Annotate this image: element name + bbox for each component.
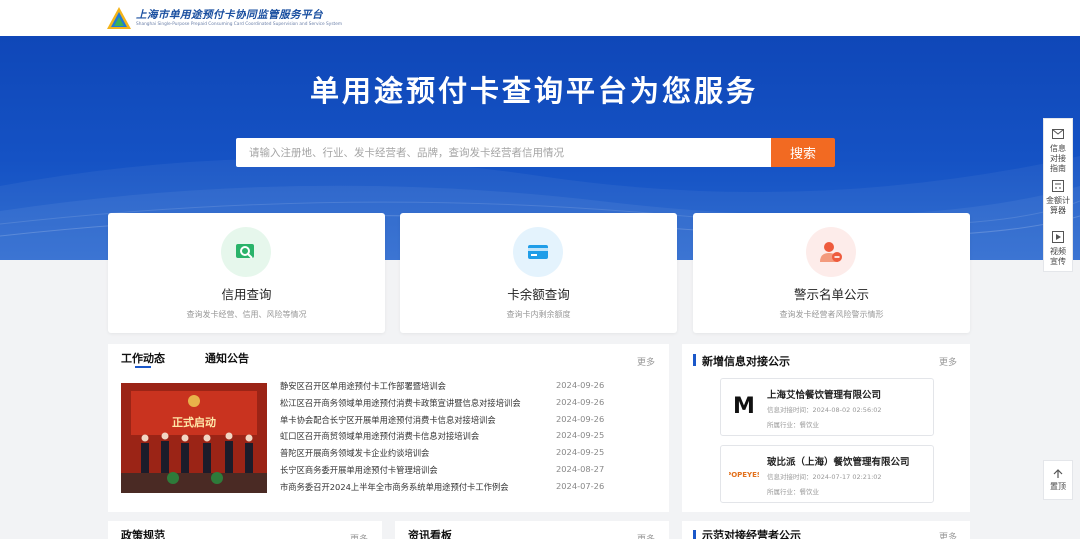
panel-title-demo-operators[interactable]: 示范对接经营者公示 (702, 527, 801, 539)
card-icon-bg (806, 227, 856, 277)
news-item-title: 松江区召开商务领域单用途预付消费卡政策宣讲暨信息对接培训会 (280, 398, 521, 408)
float-item-calculator[interactable]: 金额计算器 (1044, 180, 1072, 216)
back-to-top-label: 置顶 (1050, 482, 1066, 491)
news-item-title: 市商务委召开2024上半年全市商务系统单用途预付卡工作例会 (280, 482, 509, 492)
news-item-date: 2024-09-26 (556, 380, 605, 390)
float-item-guide[interactable]: 信息对接指南 (1044, 129, 1072, 174)
enterprise-connect-time: 信息对接时间：2024-07-17 02:21:02 (767, 473, 882, 481)
card-description: 查询发卡经营、信用、风险等情况 (186, 310, 307, 319)
news-item-date: 2024-09-26 (556, 414, 605, 424)
enterprise-name: 玻比派（上海）餐饮管理有限公司 (767, 457, 910, 468)
float-item-label: 信息对接指南 (1050, 144, 1066, 173)
news-item-title: 长宁区商务委开展单用途预付卡管理培训会 (280, 465, 438, 475)
top-header: 上海市单用途预付卡协同监管服务平台 Shanghai Single-Purpos… (0, 0, 1080, 36)
side-panel-title: 新增信息对接公示 (702, 355, 790, 368)
side-more-link[interactable]: 更多 (939, 355, 957, 368)
news-featured-image[interactable]: 正式启动 (121, 383, 267, 493)
platform-logo-icon[interactable] (106, 6, 132, 30)
floating-toolbar: 信息对接指南 金额计算器 视频宣传 (1043, 118, 1073, 272)
launch-event-photo: 正式启动 (121, 383, 267, 493)
news-item-date: 2024-07-26 (556, 481, 605, 491)
news-item[interactable]: 松江区召开商务领域单用途预付消费卡政策宣讲暨信息对接培训会 2024-09-26 (280, 397, 610, 413)
news-item-title: 静安区召开区单用途预付卡工作部署暨培训会 (280, 381, 446, 391)
float-item-label: 视频宣传 (1050, 247, 1066, 266)
news-item-date: 2024-08-27 (556, 464, 605, 474)
news-item-title: 普陀区开展商务领域发卡企业约谈培训会 (280, 448, 430, 458)
section-accent-bar (693, 354, 696, 366)
news-item[interactable]: 市商务委召开2024上半年全市商务系统单用途预付卡工作例会 2024-07-26 (280, 481, 610, 497)
panel-title-policy[interactable]: 政策规范 (121, 527, 165, 539)
news-item[interactable]: 单卡协会配合长宁区开展单用途预付消费卡信息对接培训会 2024-09-26 (280, 414, 610, 430)
search-button[interactable]: 搜索 (771, 138, 835, 167)
card-description: 查询卡内剩余额度 (506, 310, 571, 319)
back-to-top-button[interactable]: 置顶 (1043, 460, 1073, 500)
news-item-date: 2024-09-25 (556, 447, 605, 457)
news-item-title: 虹口区召开商贸领域单用途预付消费卡信息对接培训会 (280, 431, 480, 441)
enterprise-logo-icon: M (729, 391, 759, 421)
card-credit-query[interactable]: 信用查询 查询发卡经营、信用、风险等情况 (108, 213, 385, 333)
news-item[interactable]: 普陀区开展商务领域发卡企业约谈培训会 2024-09-25 (280, 447, 610, 463)
tab-work-news[interactable]: 工作动态 (121, 350, 165, 366)
card-balance-icon (528, 245, 548, 259)
info-board-more-link[interactable]: 更多 (637, 532, 655, 539)
card-warning-list[interactable]: 警示名单公示 查询发卡经营者风险警示情形 (693, 213, 970, 333)
hero-title: 单用途预付卡查询平台为您服务 (309, 74, 758, 108)
card-title: 信用查询 (221, 287, 272, 302)
enterprise-name: 上海艾恰餐饮管理有限公司 (767, 390, 882, 401)
platform-subtitle: Shanghai Single-Purpose Prepaid Consumin… (136, 22, 343, 27)
arrow-up-icon (1053, 469, 1063, 478)
news-item-date: 2024-09-25 (556, 430, 605, 440)
credit-search-icon (236, 244, 254, 259)
news-item[interactable]: 虹口区召开商贸领域单用途预付消费卡信息对接培训会 2024-09-25 (280, 430, 610, 446)
policy-more-link[interactable]: 更多 (350, 532, 368, 539)
enterprise-connect-time: 信息对接时间：2024-08-02 02:56:02 (767, 406, 882, 414)
card-icon-bg (513, 227, 563, 277)
enterprise-logo-icon: POPEYES (726, 458, 762, 488)
news-item-title: 单卡协会配合长宁区开展单用途预付消费卡信息对接培训会 (280, 415, 496, 425)
news-item[interactable]: 长宁区商务委开展单用途预付卡管理培训会 2024-08-27 (280, 464, 610, 480)
enterprise-card[interactable]: M 上海艾恰餐饮管理有限公司 信息对接时间：2024-08-02 02:56:0… (720, 378, 934, 436)
card-title: 卡余额查询 (507, 287, 570, 302)
svg-text:POPEYES: POPEYES (729, 471, 759, 479)
enterprise-card[interactable]: POPEYES 玻比派（上海）餐饮管理有限公司 信息对接时间：2024-07-1… (720, 445, 934, 503)
warning-person-icon (820, 242, 842, 262)
panel-title-info-board[interactable]: 资讯看板 (408, 527, 452, 539)
news-item[interactable]: 静安区召开区单用途预付卡工作部署暨培训会 2024-09-26 (280, 380, 610, 396)
news-item-date: 2024-09-26 (556, 397, 605, 407)
mail-icon (1052, 129, 1064, 139)
card-title: 警示名单公示 (793, 287, 869, 302)
enterprise-industry: 所属行业：餐饮业 (767, 488, 819, 496)
float-item-video[interactable]: 视频宣传 (1044, 231, 1072, 267)
demo-operators-more-link[interactable]: 更多 (939, 530, 957, 539)
search-input[interactable] (236, 138, 772, 167)
video-icon (1052, 231, 1064, 243)
card-balance-query[interactable]: 卡余额查询 查询卡内剩余额度 (400, 213, 677, 333)
tab-notices[interactable]: 通知公告 (205, 350, 249, 366)
calculator-icon (1052, 180, 1064, 192)
section-accent-bar (693, 530, 696, 539)
news-more-link[interactable]: 更多 (637, 355, 655, 368)
float-item-label: 金额计算器 (1046, 196, 1070, 215)
platform-title: 上海市单用途预付卡协同监管服务平台 (136, 9, 323, 21)
card-icon-bg (221, 227, 271, 277)
enterprise-industry: 所属行业：餐饮业 (767, 421, 819, 429)
image-caption: 正式启动 (172, 415, 216, 429)
svg-text:M: M (733, 394, 755, 419)
card-description: 查询发卡经营者风险警示情形 (779, 310, 884, 319)
active-tab-indicator (135, 366, 151, 368)
